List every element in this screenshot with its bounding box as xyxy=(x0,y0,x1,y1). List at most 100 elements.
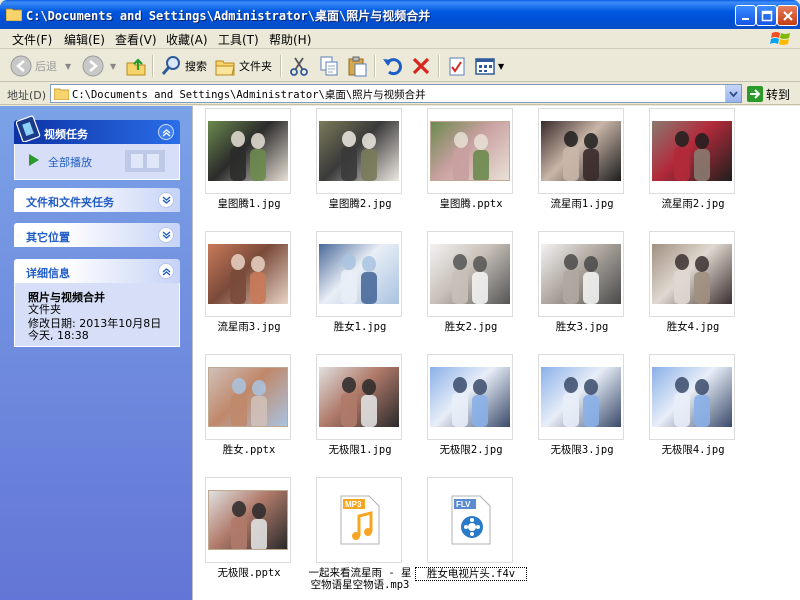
search-button[interactable]: 搜索 xyxy=(160,53,207,79)
file-item[interactable]: 无极限1.jpg xyxy=(316,354,428,472)
cut-button[interactable] xyxy=(288,53,310,79)
file-thumbnail[interactable] xyxy=(427,231,513,317)
file-thumbnail[interactable] xyxy=(427,108,513,194)
file-item[interactable]: FLV 胜女电视片头.f4v xyxy=(415,477,539,595)
delete-button[interactable] xyxy=(410,53,432,79)
file-name: 胜女2.jpg xyxy=(444,321,498,333)
forward-button[interactable]: ▼ xyxy=(82,53,116,79)
file-thumbnail[interactable] xyxy=(649,108,735,194)
file-name: 皇图腾2.jpg xyxy=(328,198,392,210)
file-item[interactable]: 胜女3.jpg xyxy=(538,231,650,349)
file-name: 胜女3.jpg xyxy=(555,321,609,333)
menu-file[interactable]: 文件(F) xyxy=(12,31,52,48)
film-strip-icon xyxy=(125,150,165,172)
file-item[interactable]: 皇图腾2.jpg xyxy=(316,108,428,226)
file-tasks-header[interactable]: 文件和文件夹任务 xyxy=(14,188,180,212)
file-item[interactable]: 胜女4.jpg xyxy=(649,231,761,349)
address-dropdown-button[interactable] xyxy=(725,85,741,102)
menu-edit[interactable]: 编辑(E) xyxy=(64,31,105,48)
file-thumbnail[interactable] xyxy=(205,108,291,194)
file-item[interactable]: MP3 一起来看流星雨 - 星空物语星空物语.mp3 xyxy=(309,477,428,595)
maximize-button[interactable] xyxy=(756,5,777,26)
back-button[interactable]: 后退 ▼ xyxy=(10,53,71,79)
file-item[interactable]: 胜女2.jpg xyxy=(427,231,539,349)
folders-button[interactable]: 文件夹 xyxy=(214,53,272,79)
file-name: 胜女电视片头.f4v xyxy=(415,567,527,581)
details-body: 照片与视频合并 文件夹 修改日期: 2013年10月8日 今天, 18:38 xyxy=(14,283,180,347)
file-item[interactable]: 流星雨3.jpg xyxy=(205,231,317,349)
file-thumbnail[interactable] xyxy=(316,231,402,317)
file-item[interactable]: 流星雨2.jpg xyxy=(649,108,761,226)
file-thumbnail[interactable] xyxy=(538,108,624,194)
file-thumbnail[interactable] xyxy=(538,354,624,440)
minimize-button[interactable] xyxy=(735,5,756,26)
file-item[interactable]: 皇图腾.pptx xyxy=(427,108,539,226)
views-button[interactable]: ▼ xyxy=(474,53,504,79)
file-thumbnail[interactable]: FLV xyxy=(427,477,513,563)
file-item[interactable]: 胜女1.jpg xyxy=(316,231,428,349)
paste-button[interactable] xyxy=(346,53,368,79)
collapse-icon[interactable] xyxy=(158,263,174,279)
details-header[interactable]: 详细信息 xyxy=(14,259,180,283)
file-item[interactable]: 皇图腾1.jpg xyxy=(205,108,317,226)
back-dropdown-icon[interactable]: ▼ xyxy=(65,62,71,71)
copy-button[interactable] xyxy=(318,53,340,79)
file-thumbnail[interactable]: MP3 xyxy=(316,477,402,563)
expand-icon[interactable] xyxy=(158,192,174,208)
go-button[interactable]: 转到 xyxy=(747,85,790,103)
address-field[interactable]: C:\Documents and Settings\Administrator\… xyxy=(50,84,742,103)
file-thumbnail[interactable] xyxy=(205,477,291,563)
close-button[interactable] xyxy=(777,5,798,26)
file-item[interactable]: 无极限3.jpg xyxy=(538,354,650,472)
menu-favorites[interactable]: 收藏(A) xyxy=(166,31,208,48)
collapse-icon[interactable] xyxy=(158,124,174,140)
task-pane: 视频任务 全部播放 文件和文件夹任务 其它位置 详细信息 照片与视频合并 文件夹… xyxy=(0,106,192,600)
file-thumbnail[interactable] xyxy=(538,231,624,317)
file-item[interactable]: 无极限.pptx xyxy=(205,477,317,595)
people-silhouette-icon xyxy=(563,131,599,181)
photo-preview xyxy=(652,367,732,427)
file-thumbnail[interactable] xyxy=(649,231,735,317)
menu-help[interactable]: 帮助(H) xyxy=(269,31,311,48)
address-value: C:\Documents and Settings\Administrator\… xyxy=(72,89,426,101)
file-thumbnail[interactable] xyxy=(316,354,402,440)
menu-tools[interactable]: 工具(T) xyxy=(218,31,259,48)
file-item[interactable]: 无极限2.jpg xyxy=(427,354,539,472)
file-thumbnail[interactable] xyxy=(649,354,735,440)
people-silhouette-icon xyxy=(231,378,267,426)
undo-icon xyxy=(383,58,402,76)
file-item[interactable]: 胜女.pptx xyxy=(205,354,317,472)
other-places-header[interactable]: 其它位置 xyxy=(14,223,180,247)
people-silhouette-icon xyxy=(230,254,266,304)
people-silhouette-icon xyxy=(563,377,599,427)
address-label: 地址(D) xyxy=(7,89,47,102)
undo-button[interactable] xyxy=(381,53,403,79)
file-thumbnail[interactable] xyxy=(316,108,402,194)
toolbar: 后退 ▼ ▼ 搜索 文件夹 ▼ xyxy=(0,50,800,82)
video-tasks-header[interactable]: 视频任务 xyxy=(14,115,180,144)
photo-preview xyxy=(430,244,510,304)
video-tasks-body: 全部播放 xyxy=(14,144,180,180)
details-panel: 详细信息 照片与视频合并 文件夹 修改日期: 2013年10月8日 今天, 18… xyxy=(14,259,180,347)
file-thumbnail[interactable] xyxy=(205,354,291,440)
file-list-view[interactable]: 皇图腾1.jpg 皇图腾2.jpg 皇图腾.pptx 流星雨1.jpg 流星雨2… xyxy=(192,106,800,600)
people-silhouette-icon xyxy=(563,254,599,304)
expand-icon[interactable] xyxy=(158,227,174,243)
file-item[interactable]: 流星雨1.jpg xyxy=(538,108,650,226)
title-bar[interactable]: C:\Documents and Settings\Administrator\… xyxy=(0,0,800,29)
details-today: 今天, 18:38 xyxy=(28,329,89,342)
forward-dropdown-icon[interactable]: ▼ xyxy=(110,62,116,71)
play-all-link[interactable]: 全部播放 xyxy=(48,154,92,170)
toolbar-separator xyxy=(374,55,375,77)
properties-icon xyxy=(449,57,465,76)
people-silhouette-icon xyxy=(674,131,710,181)
up-folder-button[interactable] xyxy=(125,53,147,79)
file-item[interactable]: 无极限4.jpg xyxy=(649,354,761,472)
menu-view[interactable]: 查看(V) xyxy=(115,31,157,48)
views-dropdown-icon[interactable]: ▼ xyxy=(498,62,504,71)
properties-button[interactable] xyxy=(446,53,468,79)
flv-file-icon: FLV xyxy=(451,495,491,545)
file-thumbnail[interactable] xyxy=(427,354,513,440)
file-thumbnail[interactable] xyxy=(205,231,291,317)
folder-icon xyxy=(54,88,69,100)
